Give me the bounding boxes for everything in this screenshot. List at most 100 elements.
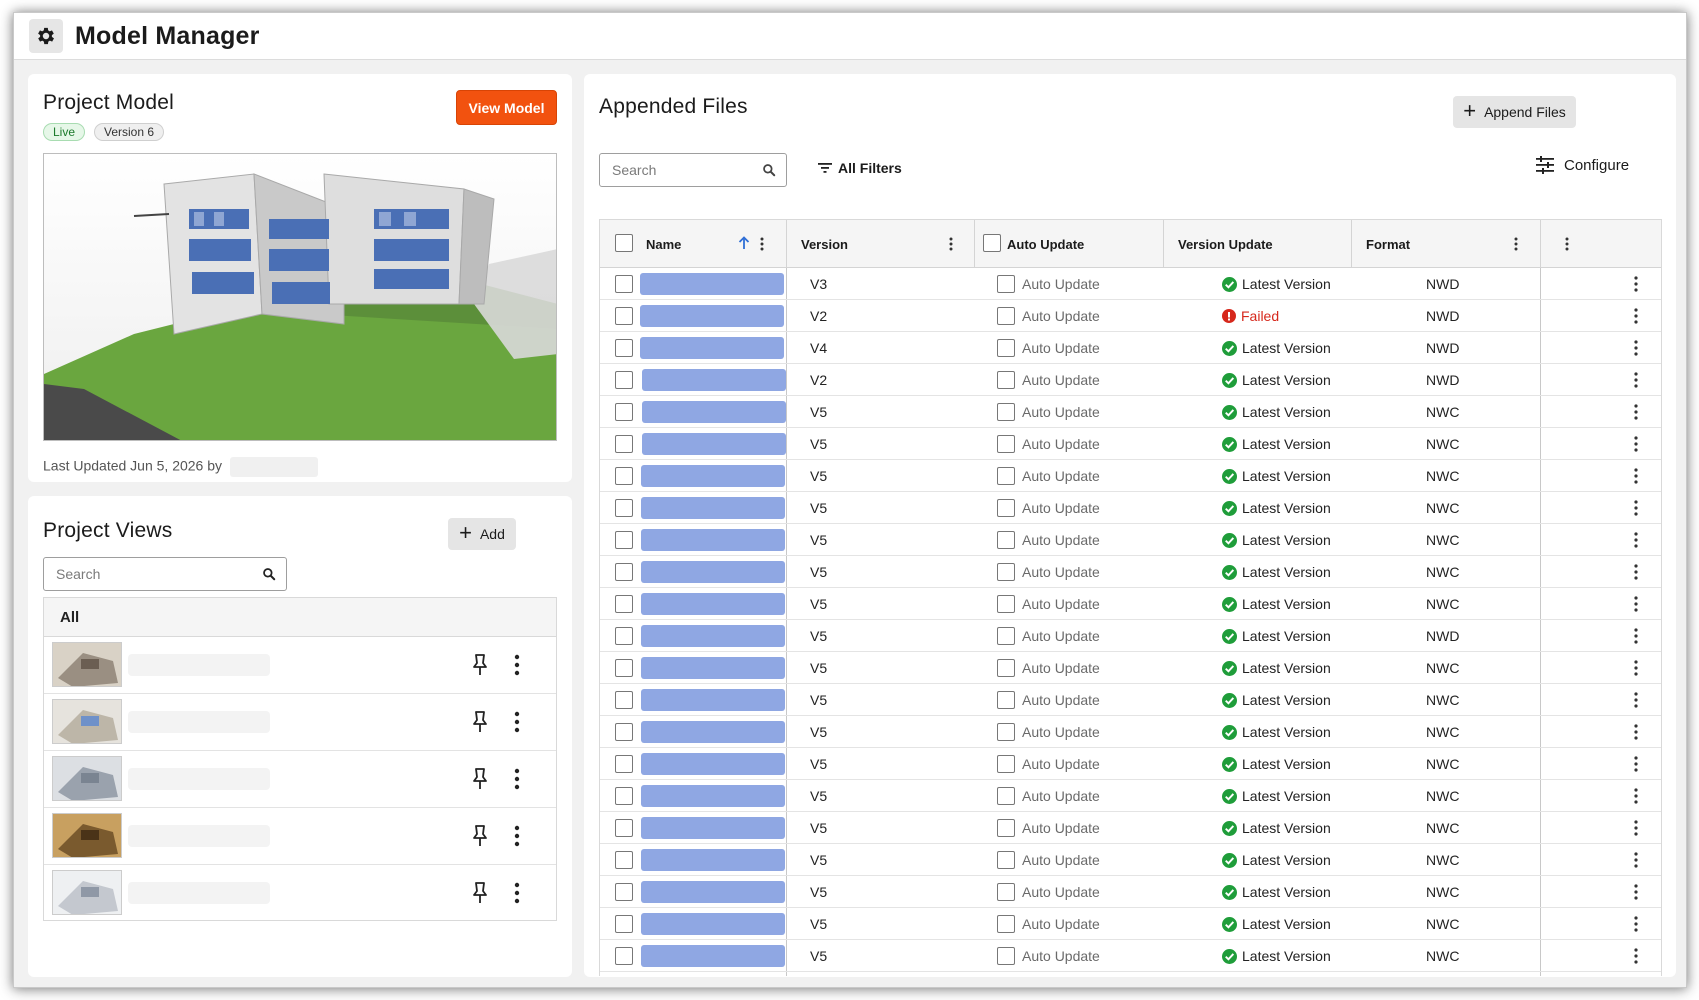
row-menu-icon[interactable] xyxy=(1634,692,1638,708)
row-menu-icon[interactable] xyxy=(1634,308,1638,324)
files-search-input[interactable]: Search xyxy=(599,153,787,187)
more-options-icon[interactable] xyxy=(513,825,521,847)
auto-update-checkbox[interactable] xyxy=(997,947,1015,965)
auto-update-checkbox[interactable] xyxy=(997,851,1015,869)
row-select-checkbox[interactable] xyxy=(615,819,633,837)
configure-button[interactable]: Configure xyxy=(1536,156,1629,174)
column-menu-icon[interactable] xyxy=(760,237,764,251)
auto-update-checkbox[interactable] xyxy=(997,499,1015,517)
column-header-format[interactable]: Format xyxy=(1366,220,1410,268)
table-row[interactable]: V2 Auto Update Latest Version NWD xyxy=(600,364,1661,396)
append-files-button[interactable]: + Append Files xyxy=(1453,96,1576,128)
file-name[interactable] xyxy=(640,273,784,295)
select-all-checkbox[interactable] xyxy=(615,234,633,252)
row-select-checkbox[interactable] xyxy=(615,531,633,549)
add-view-button[interactable]: + Add xyxy=(448,518,516,550)
table-row[interactable]: V5 Auto Update Latest Version NWC xyxy=(600,844,1661,876)
auto-update-checkbox[interactable] xyxy=(997,435,1015,453)
auto-update-checkbox[interactable] xyxy=(997,563,1015,581)
table-row[interactable]: V5 Auto Update Latest Version NWC xyxy=(600,812,1661,844)
auto-update-checkbox[interactable] xyxy=(997,723,1015,741)
more-options-icon[interactable] xyxy=(513,711,521,733)
row-menu-icon[interactable] xyxy=(1634,340,1638,356)
auto-update-checkbox[interactable] xyxy=(997,339,1015,357)
row-select-checkbox[interactable] xyxy=(615,659,633,677)
auto-update-checkbox[interactable] xyxy=(997,659,1015,677)
row-select-checkbox[interactable] xyxy=(615,627,633,645)
file-name[interactable] xyxy=(641,497,785,519)
auto-update-checkbox[interactable] xyxy=(997,627,1015,645)
file-name[interactable] xyxy=(641,753,785,775)
file-name[interactable] xyxy=(641,945,785,967)
file-name[interactable] xyxy=(642,401,786,423)
row-select-checkbox[interactable] xyxy=(615,371,633,389)
auto-update-checkbox[interactable] xyxy=(997,275,1015,293)
row-menu-icon[interactable] xyxy=(1634,276,1638,292)
row-select-checkbox[interactable] xyxy=(615,339,633,357)
auto-update-checkbox[interactable] xyxy=(997,307,1015,325)
list-item[interactable] xyxy=(44,694,556,751)
row-select-checkbox[interactable] xyxy=(615,723,633,741)
row-select-checkbox[interactable] xyxy=(615,915,633,933)
table-row[interactable]: V5 Auto Update Latest Version NWC xyxy=(600,588,1661,620)
table-row[interactable]: V5 Auto Update Latest Version NWC xyxy=(600,556,1661,588)
table-row[interactable]: V5 Auto Update Latest Version NWC xyxy=(600,524,1661,556)
row-menu-icon[interactable] xyxy=(1634,628,1638,644)
view-thumbnail[interactable] xyxy=(52,756,122,801)
model-preview-image[interactable] xyxy=(43,153,557,441)
gear-icon[interactable] xyxy=(29,19,63,53)
auto-update-checkbox[interactable] xyxy=(997,595,1015,613)
table-row[interactable]: V5 Auto Update Latest Version NWD xyxy=(600,620,1661,652)
auto-update-checkbox[interactable] xyxy=(997,755,1015,773)
table-row[interactable]: V5 Auto Update Latest Version NWC xyxy=(600,780,1661,812)
pin-icon[interactable] xyxy=(472,653,488,677)
table-row[interactable]: V5 Auto Update Latest Version NWC xyxy=(600,876,1661,908)
file-name[interactable] xyxy=(641,849,785,871)
row-select-checkbox[interactable] xyxy=(615,435,633,453)
file-name[interactable] xyxy=(641,913,785,935)
row-select-checkbox[interactable] xyxy=(615,275,633,293)
table-row[interactable]: V2 Auto Update Failed NWD xyxy=(600,300,1661,332)
row-menu-icon[interactable] xyxy=(1634,660,1638,676)
column-header-auto-update[interactable]: Auto Update xyxy=(1007,220,1084,268)
column-menu-icon[interactable] xyxy=(1514,237,1518,251)
auto-update-checkbox[interactable] xyxy=(997,691,1015,709)
list-item[interactable] xyxy=(44,751,556,808)
table-row[interactable]: V5 Auto Update Latest Version NWC xyxy=(600,652,1661,684)
file-name[interactable] xyxy=(641,657,785,679)
table-row[interactable]: V5 Auto Update Latest Version NWC xyxy=(600,940,1661,972)
column-header-version[interactable]: Version xyxy=(801,220,848,268)
auto-update-checkbox[interactable] xyxy=(997,467,1015,485)
file-name[interactable] xyxy=(641,529,785,551)
row-menu-icon[interactable] xyxy=(1634,596,1638,612)
row-menu-icon[interactable] xyxy=(1634,884,1638,900)
row-menu-icon[interactable] xyxy=(1634,948,1638,964)
auto-update-all-checkbox[interactable] xyxy=(983,234,1001,252)
view-thumbnail[interactable] xyxy=(52,870,122,915)
file-name[interactable] xyxy=(641,785,785,807)
view-thumbnail[interactable] xyxy=(52,813,122,858)
row-select-checkbox[interactable] xyxy=(615,947,633,965)
row-menu-icon[interactable] xyxy=(1634,500,1638,516)
pin-icon[interactable] xyxy=(472,881,488,905)
pin-icon[interactable] xyxy=(472,767,488,791)
row-select-checkbox[interactable] xyxy=(615,851,633,869)
file-name[interactable] xyxy=(641,561,785,583)
table-row[interactable]: V4 Auto Update Latest Version NWD xyxy=(600,332,1661,364)
auto-update-checkbox[interactable] xyxy=(997,819,1015,837)
row-menu-icon[interactable] xyxy=(1634,404,1638,420)
row-select-checkbox[interactable] xyxy=(615,467,633,485)
all-filters-button[interactable]: All Filters xyxy=(818,160,902,176)
row-menu-icon[interactable] xyxy=(1634,468,1638,484)
table-row[interactable]: V5 Auto Update Latest Version NWC xyxy=(600,908,1661,940)
row-select-checkbox[interactable] xyxy=(615,563,633,581)
row-select-checkbox[interactable] xyxy=(615,403,633,421)
column-menu-icon[interactable] xyxy=(949,237,953,251)
file-name[interactable] xyxy=(640,337,784,359)
file-name[interactable] xyxy=(642,369,786,391)
row-menu-icon[interactable] xyxy=(1634,788,1638,804)
auto-update-checkbox[interactable] xyxy=(997,915,1015,933)
file-name[interactable] xyxy=(640,305,784,327)
views-search-input[interactable]: Search xyxy=(43,557,287,591)
pin-icon[interactable] xyxy=(472,824,488,848)
